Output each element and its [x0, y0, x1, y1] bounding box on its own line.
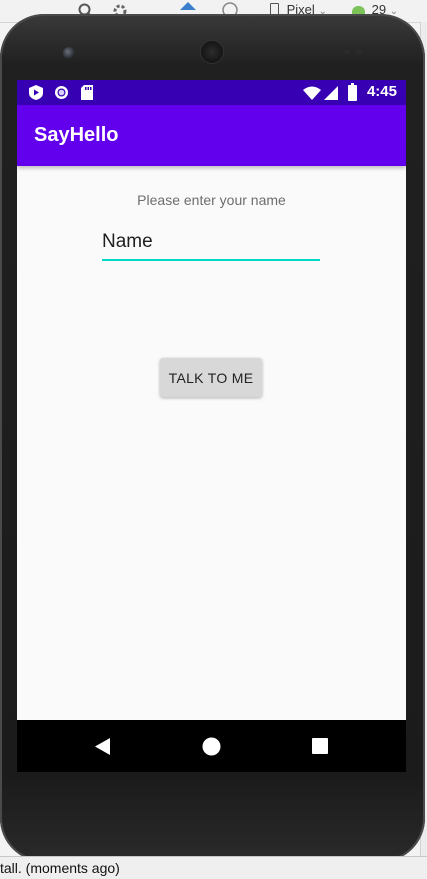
name-input[interactable]: [102, 227, 320, 261]
device-screen: 4:45 SayHello Please enter your name TAL…: [17, 80, 406, 772]
proximity-sensor: [344, 50, 350, 54]
wifi-icon: [303, 85, 321, 104]
signal-icon: [324, 85, 338, 104]
app-bar: SayHello: [17, 105, 406, 166]
status-bar: 4:45: [17, 80, 406, 105]
sync-icon[interactable]: [178, 0, 198, 12]
play-protect-icon: [29, 85, 43, 104]
status-time: 4:45: [366, 83, 397, 100]
circle-notification-icon: [54, 85, 69, 104]
android-icon: [352, 6, 365, 14]
navigation-bar: [17, 720, 406, 772]
name-prompt-label: Please enter your name: [137, 192, 286, 208]
sd-card-icon: [81, 85, 93, 104]
light-sensor: [356, 50, 362, 54]
earpiece-speaker: [201, 41, 223, 63]
talk-to-me-button[interactable]: TALK TO ME: [160, 358, 262, 397]
ide-status-text: tall. (moments ago): [0, 860, 120, 876]
profiler-icon[interactable]: [220, 0, 240, 14]
ide-status-bar: tall. (moments ago): [0, 856, 427, 879]
battery-icon: [348, 83, 357, 105]
front-camera: [63, 47, 75, 59]
back-icon[interactable]: [93, 736, 113, 756]
app-title: SayHello: [34, 124, 119, 146]
home-icon[interactable]: [201, 736, 221, 756]
recents-icon[interactable]: [310, 736, 330, 756]
